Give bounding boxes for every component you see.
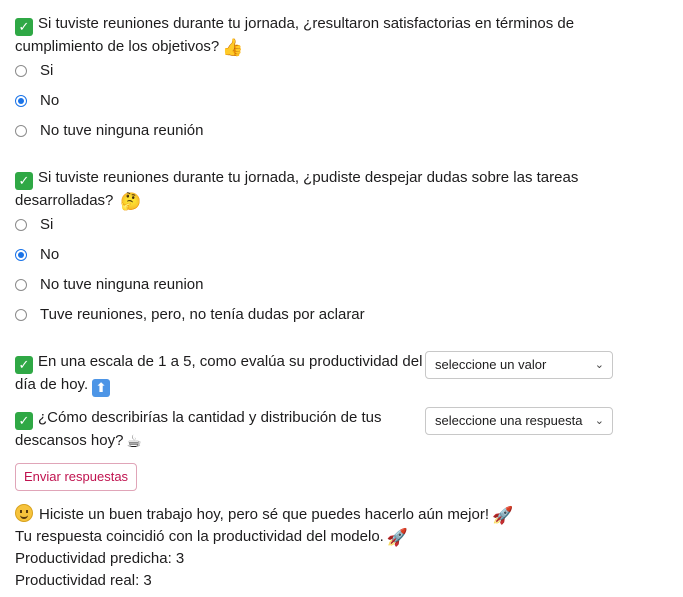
question-4-line1: ¿Cómo describirías la cantidad y distrib…: [38, 409, 382, 426]
radio-icon[interactable]: [15, 65, 27, 77]
option-label: No: [40, 92, 60, 109]
question-2-line1: Si tuviste reuniones durante tu jornada,…: [38, 169, 579, 186]
option-label: Tuve reuniones, pero, no tenía dudas por…: [40, 306, 365, 323]
question-2-line2: desarrolladas?: [15, 192, 114, 209]
check-mark-icon: ✓: [15, 412, 33, 430]
result-message-text: Hiciste un buen trabajo hoy, pero sé que…: [39, 506, 490, 523]
rocket-icon: 🚀: [492, 506, 514, 525]
productivity-select[interactable]: seleccione un valor ⌄: [425, 351, 613, 379]
survey-page: ✓ Si tuviste reuniones durante tu jornada…: [0, 0, 683, 597]
radio-selected-icon[interactable]: [15, 249, 27, 261]
radio-icon[interactable]: [15, 125, 27, 137]
question-3: ✓ En una escala de 1 a 5, como evalúa su …: [15, 351, 422, 397]
question-1: ✓ Si tuviste reuniones durante tu jornada…: [15, 13, 574, 58]
hot-beverage-icon: ☕: [126, 432, 142, 451]
check-mark-icon: ✓: [15, 172, 33, 190]
q2-option-no-doubts[interactable]: Tuve reuniones, pero, no tenía dudas por…: [15, 305, 365, 325]
productivity-select-value: seleccione un valor: [435, 357, 547, 372]
radio-icon[interactable]: [15, 309, 27, 321]
q2-option-si[interactable]: Si: [15, 215, 53, 235]
rocket-icon: 🚀: [386, 528, 408, 547]
q2-option-no[interactable]: No: [15, 245, 59, 265]
chevron-down-icon: ⌄: [594, 359, 604, 371]
radio-icon[interactable]: [15, 279, 27, 291]
check-mark-icon: ✓: [15, 356, 33, 374]
option-label: No: [40, 246, 60, 263]
question-3-line2: día de hoy.: [15, 376, 89, 393]
check-mark-icon: ✓: [15, 18, 33, 36]
breaks-select[interactable]: seleccione una respuesta ⌄: [425, 407, 613, 435]
question-4: ✓ ¿Cómo describirías la cantidad y distri…: [15, 407, 382, 452]
submit-button[interactable]: Enviar respuestas: [15, 463, 138, 491]
chevron-down-icon: ⌄: [594, 415, 604, 427]
slightly-smiling-face-icon: [15, 504, 33, 522]
q1-option-no[interactable]: No: [15, 91, 59, 111]
q1-option-no-meeting[interactable]: No tuve ninguna reunión: [15, 121, 203, 141]
q1-option-si[interactable]: Si: [15, 61, 53, 81]
real-productivity: Productividad real: 3: [15, 572, 152, 589]
result-coincidence: Tu respuesta coincidió con la productivi…: [15, 526, 408, 548]
up-arrow-icon: ⬆: [92, 379, 111, 397]
thumbs-up-icon: 👍: [222, 38, 244, 57]
question-1-line2: cumplimiento de los objetivos?: [15, 38, 220, 55]
breaks-select-value: seleccione una respuesta: [435, 413, 583, 428]
result-coincidence-text: Tu respuesta coincidió con la productivi…: [15, 528, 384, 545]
question-4-line2: descansos hoy?: [15, 432, 124, 449]
thinking-face-icon: 🤔: [120, 192, 142, 211]
option-label: No tuve ninguna reunión: [40, 122, 204, 139]
question-1-line1: Si tuviste reuniones durante tu jornada,…: [38, 15, 575, 32]
question-3-line1: En una escala de 1 a 5, como evalúa su p…: [38, 353, 423, 370]
radio-icon[interactable]: [15, 219, 27, 231]
question-2: ✓ Si tuviste reuniones durante tu jornada…: [15, 167, 578, 212]
q2-option-no-meeting[interactable]: No tuve ninguna reunion: [15, 275, 203, 295]
radio-selected-icon[interactable]: [15, 95, 27, 107]
option-label: No tuve ninguna reunion: [40, 276, 204, 293]
option-label: Si: [40, 216, 54, 233]
predicted-productivity: Productividad predicha: 3: [15, 550, 185, 567]
option-label: Si: [40, 62, 54, 79]
result-message: Hiciste un buen trabajo hoy, pero sé que…: [15, 504, 513, 526]
